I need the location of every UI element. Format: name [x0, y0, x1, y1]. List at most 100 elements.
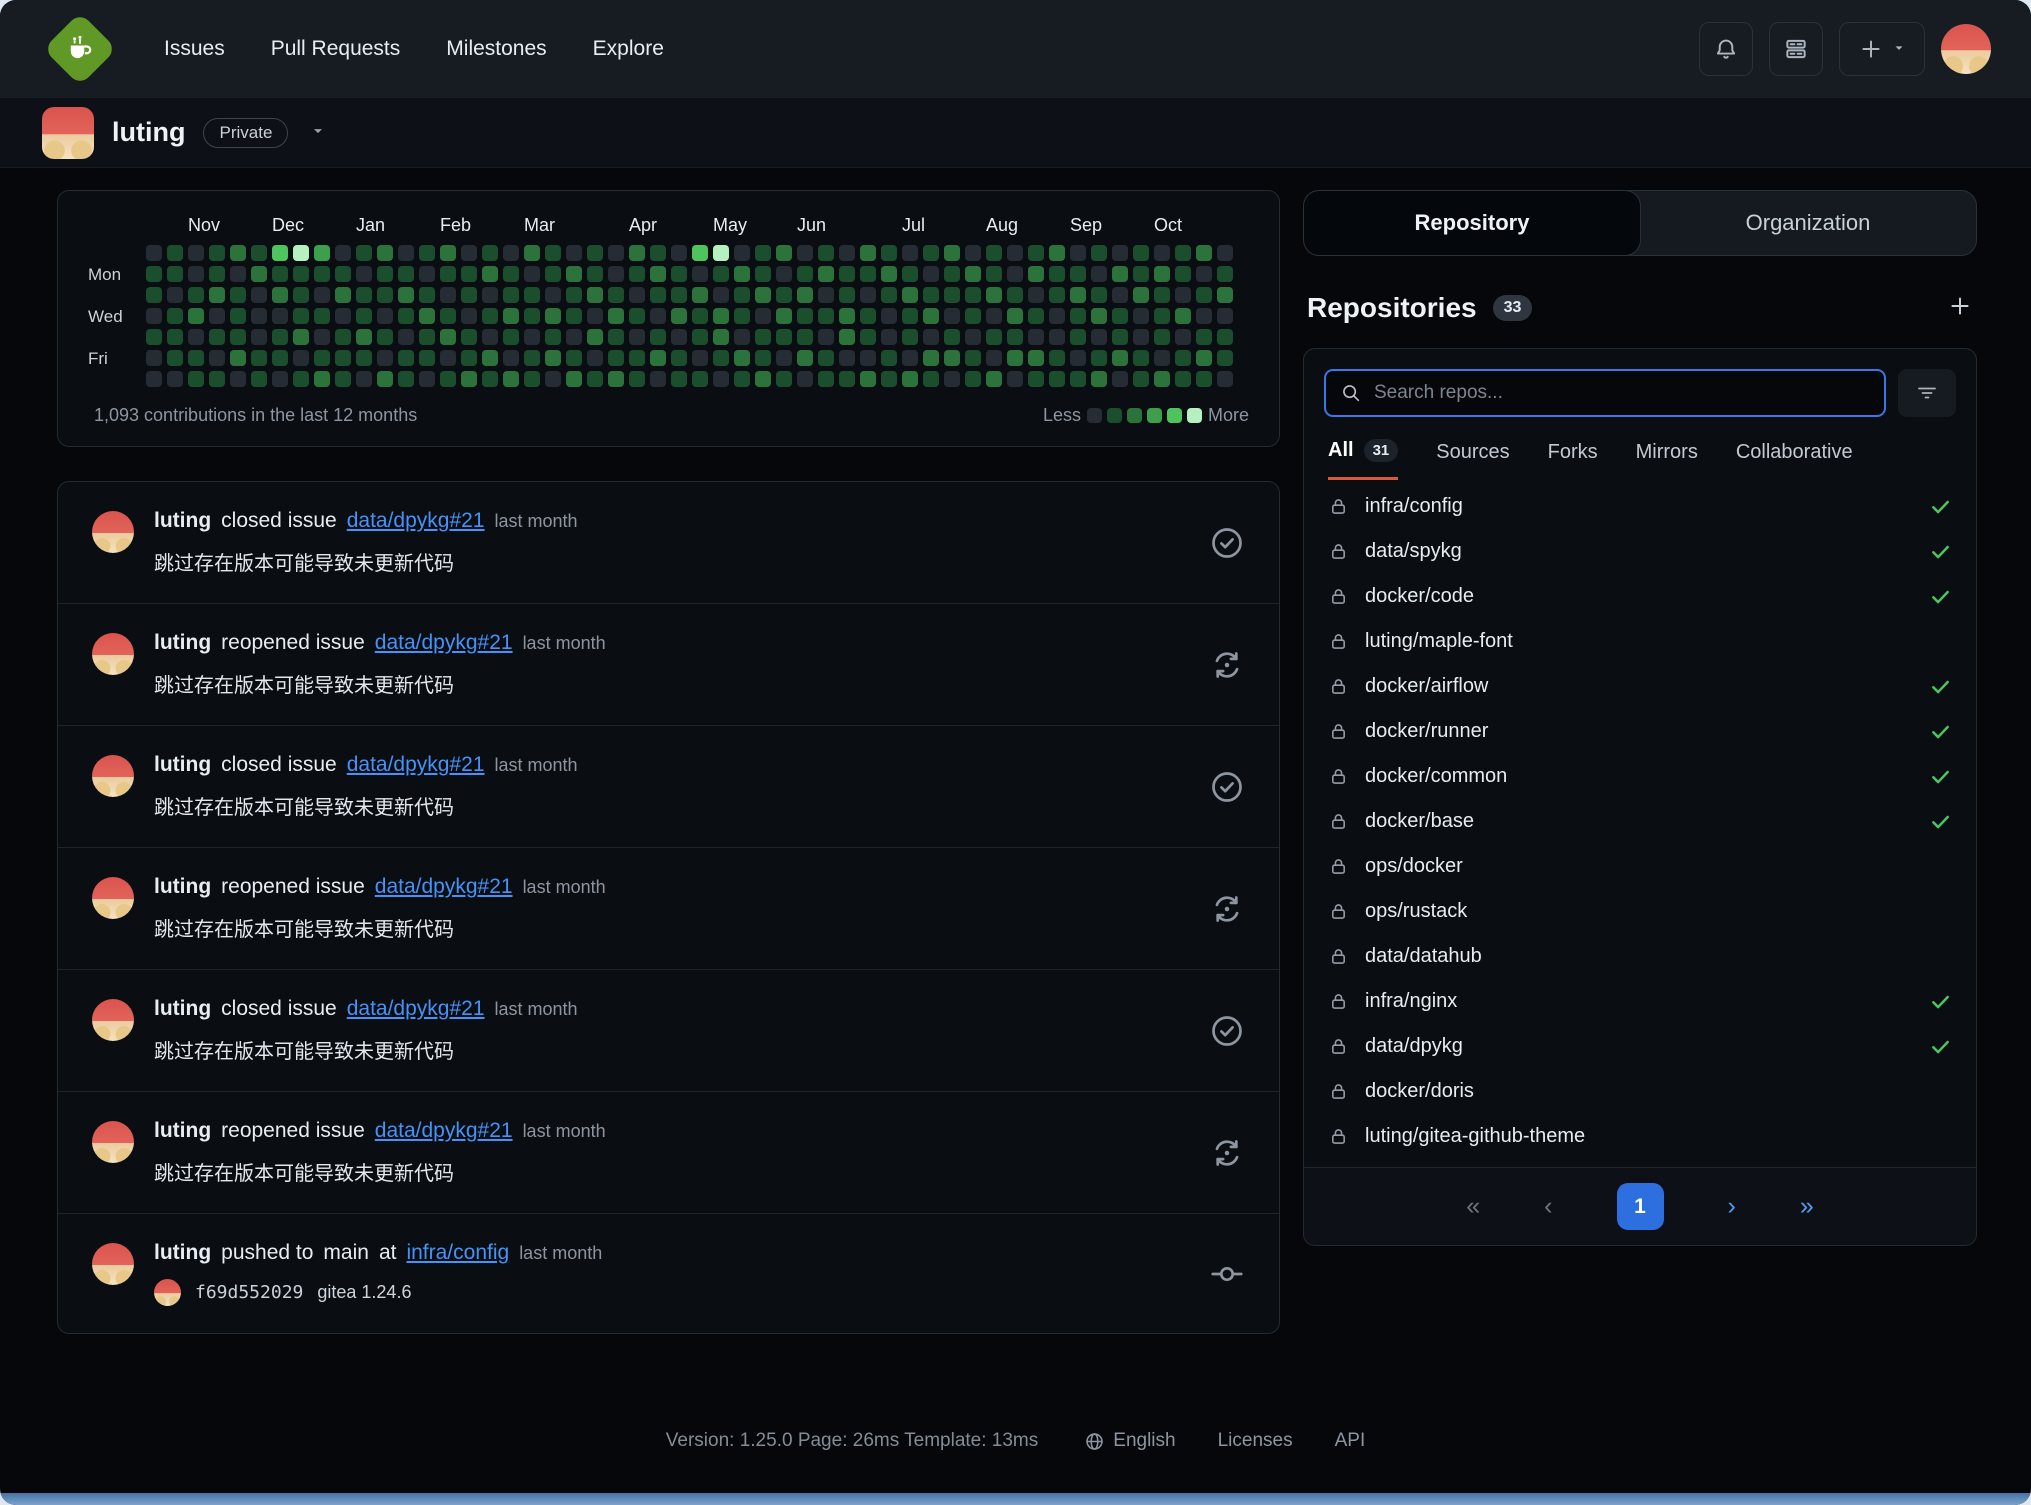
heatmap-cell[interactable]	[1133, 350, 1149, 366]
heatmap-cell[interactable]	[797, 245, 813, 261]
heatmap-cell[interactable]	[566, 371, 582, 387]
heatmap-cell[interactable]	[167, 350, 183, 366]
heatmap-cell[interactable]	[293, 308, 309, 324]
heatmap-cell[interactable]	[986, 329, 1002, 345]
last-page-button[interactable]: »	[1800, 1192, 1814, 1221]
heatmap-cell[interactable]	[881, 308, 897, 324]
repo-name[interactable]: ops/docker	[1365, 855, 1463, 878]
heatmap-cell[interactable]	[1217, 245, 1233, 261]
heatmap-cell[interactable]	[1007, 245, 1023, 261]
repo-name[interactable]: data/datahub	[1365, 945, 1482, 968]
heatmap-cell[interactable]	[188, 371, 204, 387]
heatmap-cell[interactable]	[146, 308, 162, 324]
heatmap-cell[interactable]	[629, 266, 645, 282]
heatmap-cell[interactable]	[398, 287, 414, 303]
heatmap-cell[interactable]	[209, 245, 225, 261]
heatmap-cell[interactable]	[986, 308, 1002, 324]
heatmap-cell[interactable]	[818, 266, 834, 282]
heatmap-cell[interactable]	[188, 245, 204, 261]
heatmap-cell[interactable]	[461, 350, 477, 366]
heatmap-cell[interactable]	[1154, 287, 1170, 303]
heatmap-cell[interactable]	[923, 287, 939, 303]
heatmap-cell[interactable]	[1112, 287, 1128, 303]
heatmap-cell[interactable]	[671, 329, 687, 345]
heatmap-cell[interactable]	[986, 266, 1002, 282]
heatmap-cell[interactable]	[650, 245, 666, 261]
heatmap-cell[interactable]	[398, 371, 414, 387]
heatmap-cell[interactable]	[692, 245, 708, 261]
repo-tab-collaborative[interactable]: Collaborative	[1736, 439, 1853, 480]
heatmap-cell[interactable]	[818, 245, 834, 261]
heatmap-cell[interactable]	[629, 350, 645, 366]
heatmap-cell[interactable]	[671, 287, 687, 303]
heatmap-cell[interactable]	[755, 308, 771, 324]
heatmap-cell[interactable]	[482, 350, 498, 366]
heatmap-cell[interactable]	[251, 350, 267, 366]
heatmap-cell[interactable]	[818, 308, 834, 324]
heatmap-cell[interactable]	[1028, 287, 1044, 303]
heatmap-cell[interactable]	[188, 350, 204, 366]
heatmap-cell[interactable]	[188, 329, 204, 345]
heatmap-cell[interactable]	[314, 266, 330, 282]
repo-row[interactable]: data/dpykg	[1304, 1024, 1976, 1069]
heatmap-cell[interactable]	[587, 287, 603, 303]
heatmap-cell[interactable]	[797, 308, 813, 324]
heatmap-cell[interactable]	[482, 308, 498, 324]
heatmap-cell[interactable]	[713, 245, 729, 261]
heatmap-cell[interactable]	[335, 329, 351, 345]
repo-tab-mirrors[interactable]: Mirrors	[1636, 439, 1698, 480]
heatmap-cell[interactable]	[398, 329, 414, 345]
heatmap-cell[interactable]	[965, 245, 981, 261]
heatmap-cell[interactable]	[818, 329, 834, 345]
heatmap-cell[interactable]	[1196, 371, 1212, 387]
heatmap-cell[interactable]	[1133, 371, 1149, 387]
heatmap-cell[interactable]	[650, 287, 666, 303]
heatmap-cell[interactable]	[482, 245, 498, 261]
heatmap-cell[interactable]	[839, 308, 855, 324]
heatmap-cell[interactable]	[1091, 287, 1107, 303]
heatmap-cell[interactable]	[629, 371, 645, 387]
heatmap-cell[interactable]	[524, 308, 540, 324]
heatmap-cell[interactable]	[1154, 266, 1170, 282]
heatmap-cell[interactable]	[1028, 371, 1044, 387]
heatmap-cell[interactable]	[1133, 329, 1149, 345]
heatmap-cell[interactable]	[902, 287, 918, 303]
heatmap-cell[interactable]	[146, 371, 162, 387]
heatmap-cell[interactable]	[797, 371, 813, 387]
heatmap-cell[interactable]	[1196, 329, 1212, 345]
heatmap-cell[interactable]	[839, 287, 855, 303]
heatmap-cell[interactable]	[545, 329, 561, 345]
heatmap-cell[interactable]	[1049, 329, 1065, 345]
repo-name[interactable]: docker/doris	[1365, 1080, 1474, 1103]
heatmap-cell[interactable]	[755, 287, 771, 303]
heatmap-cell[interactable]	[713, 287, 729, 303]
heatmap-cell[interactable]	[272, 287, 288, 303]
heatmap-cell[interactable]	[356, 287, 372, 303]
heatmap-cell[interactable]	[188, 308, 204, 324]
heatmap-cell[interactable]	[692, 329, 708, 345]
heatmap-cell[interactable]	[566, 350, 582, 366]
heatmap-cell[interactable]	[272, 329, 288, 345]
tab-organization[interactable]: Organization	[1640, 191, 1976, 255]
heatmap-cell[interactable]	[734, 245, 750, 261]
heatmap-cell[interactable]	[440, 308, 456, 324]
actor-avatar[interactable]	[92, 877, 134, 919]
heatmap-cell[interactable]	[398, 266, 414, 282]
heatmap-cell[interactable]	[734, 308, 750, 324]
heatmap-cell[interactable]	[335, 266, 351, 282]
heatmap-cell[interactable]	[251, 371, 267, 387]
heatmap-cell[interactable]	[314, 308, 330, 324]
repo-name[interactable]: ops/rustack	[1365, 900, 1467, 923]
heatmap-cell[interactable]	[524, 350, 540, 366]
repo-row[interactable]: docker/common	[1304, 754, 1976, 799]
heatmap-cell[interactable]	[650, 308, 666, 324]
heatmap-cell[interactable]	[1007, 350, 1023, 366]
heatmap-cell[interactable]	[1028, 308, 1044, 324]
heatmap-cell[interactable]	[1007, 329, 1023, 345]
heatmap-cell[interactable]	[1028, 350, 1044, 366]
heatmap-cell[interactable]	[146, 350, 162, 366]
heatmap-cell[interactable]	[881, 371, 897, 387]
heatmap-cell[interactable]	[692, 371, 708, 387]
heatmap-cell[interactable]	[986, 371, 1002, 387]
heatmap-cell[interactable]	[965, 308, 981, 324]
